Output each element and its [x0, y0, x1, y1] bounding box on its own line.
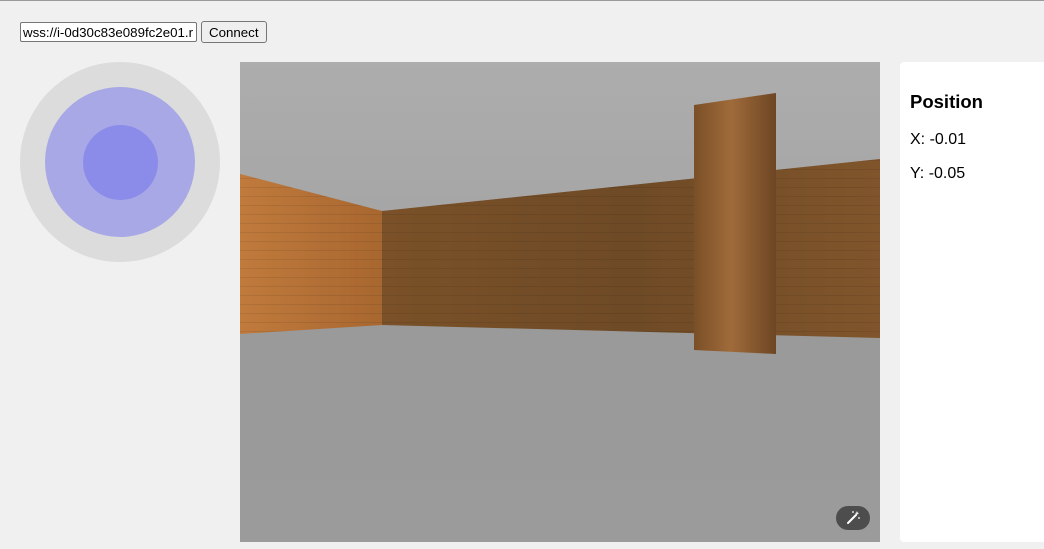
position-panel: Position X: -0.01 Y: -0.05: [900, 62, 1044, 542]
joystick-knob[interactable]: [83, 125, 158, 200]
position-x-value: -0.01: [929, 131, 967, 148]
window-top-border: [0, 0, 1044, 1]
3d-viewport[interactable]: [240, 62, 880, 542]
magic-wand-icon: [847, 511, 860, 524]
joystick-base[interactable]: [20, 62, 220, 262]
connect-button[interactable]: Connect: [201, 21, 267, 43]
position-title: Position: [910, 91, 983, 112]
connection-toolbar: Connect: [20, 21, 267, 43]
position-x-readout: X: -0.01: [910, 131, 966, 149]
position-y-readout: Y: -0.05: [910, 165, 965, 183]
position-y-label: Y:: [910, 165, 925, 182]
position-y-value: -0.05: [928, 165, 966, 182]
position-x-label: X:: [910, 131, 926, 148]
websocket-url-input[interactable]: [20, 22, 197, 42]
wooden-pillar: [694, 93, 776, 354]
3d-scene: [240, 62, 880, 542]
magic-wand-button[interactable]: [836, 506, 870, 530]
